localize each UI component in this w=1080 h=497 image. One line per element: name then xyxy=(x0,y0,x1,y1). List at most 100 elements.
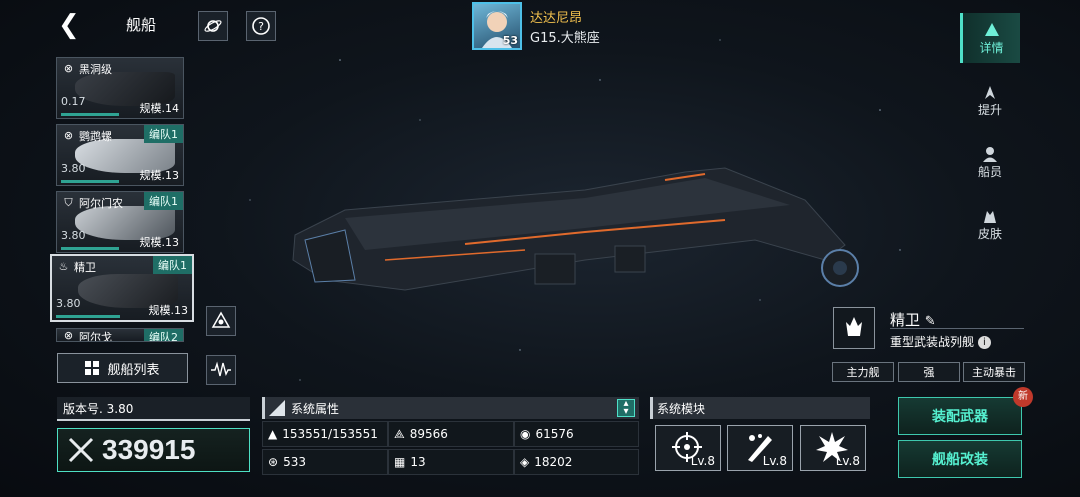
attr-value: 18202 xyxy=(534,455,573,469)
ship-name-text: 精卫 xyxy=(890,311,921,329)
ship-list-label: 舰船列表 xyxy=(107,362,160,378)
combat-power: 339915 xyxy=(57,428,250,472)
crew-icon xyxy=(983,146,997,162)
target-icon: ⊗ xyxy=(63,329,74,342)
upgrade-icon xyxy=(985,85,995,99)
attr-value: 61576 xyxy=(535,427,574,441)
ship-type-text: 重型武装战列舰 xyxy=(890,335,975,349)
ship-type: 重型武装战列舰 i xyxy=(890,333,991,350)
ship-modify-button[interactable]: 舰船改装 xyxy=(898,440,1022,478)
info-icon[interactable]: i xyxy=(977,336,991,349)
svg-text:?: ? xyxy=(258,20,264,33)
waveform-icon xyxy=(211,361,231,377)
attr-armor: ⟁ 89566 xyxy=(388,421,514,447)
ship-progress-bar xyxy=(56,315,120,318)
target-icon: ⊗ xyxy=(63,129,74,142)
ship-name: 鹦鹉螺 xyxy=(79,130,112,143)
ship-tag: 主动暴击 xyxy=(963,362,1025,382)
tab-label: 船员 xyxy=(977,164,1002,179)
module-slot-2[interactable]: Lv.8 xyxy=(727,425,793,471)
toggle-icon[interactable]: ▴ ▾ xyxy=(617,399,635,417)
ship-card-0[interactable]: ⊗ 黑洞级 0.17 规模.14 xyxy=(56,57,184,119)
tab-label: 提升 xyxy=(977,102,1002,117)
fleet-tag: 编队2 xyxy=(144,329,183,341)
planet-icon xyxy=(204,20,222,32)
attr-value: 153551/153551 xyxy=(282,427,378,441)
checker-icon: ▦ xyxy=(394,455,406,469)
waveform-button[interactable] xyxy=(206,355,236,385)
player-avatar[interactable]: 53 xyxy=(472,2,522,50)
tab-skin[interactable]: 皮肤 xyxy=(960,199,1020,249)
ship-scale: 规模.13 xyxy=(139,169,180,182)
new-badge: 新 xyxy=(1013,387,1033,407)
ship-list-button[interactable]: 舰船列表 xyxy=(57,353,188,383)
combat-power-value: 339915 xyxy=(102,434,196,465)
tab-crew[interactable]: 船员 xyxy=(960,137,1020,187)
modules-header: 系统模块 xyxy=(650,397,870,419)
module-level: Lv.8 xyxy=(835,454,860,468)
crossed-swords-icon xyxy=(68,437,94,463)
grid-icon xyxy=(85,361,100,375)
ship-scale: 规模.13 xyxy=(148,304,189,317)
edit-icon[interactable]: ✎ xyxy=(925,314,936,329)
player-level: 53 xyxy=(502,34,518,47)
ship-name: 阿尔戈 xyxy=(79,331,112,342)
flame-class-icon xyxy=(846,317,862,336)
ship-model[interactable] xyxy=(285,150,895,320)
attributes-grid: ▲ 153551/153551 ⟁ 89566 ◉ 61576 ⊛ 533 ▦ … xyxy=(262,421,639,477)
ship-card-3[interactable]: ♨ 精卫 编队1 3.80 规模.13 xyxy=(50,254,194,322)
ship-name: 黑洞级 xyxy=(79,63,112,76)
tab-label: 详情 xyxy=(979,40,1004,55)
equip-weapons-button[interactable]: 装配武器 xyxy=(898,397,1022,435)
divider xyxy=(890,328,1024,329)
ship-card-1[interactable]: ⊗ 鹦鹉螺 编队1 3.80 规模.13 xyxy=(56,124,184,186)
ship-value: 3.80 xyxy=(56,297,81,310)
ship-scale: 规模.14 xyxy=(139,102,180,115)
module-level: Lv.8 xyxy=(690,454,715,468)
fleet-switch-button[interactable] xyxy=(206,306,236,336)
defense-icon: ◈ xyxy=(520,455,530,469)
attr-energy: ▦ 13 xyxy=(388,449,514,475)
tab-label: 皮肤 xyxy=(977,226,1002,241)
fleet-tag: 编队1 xyxy=(144,125,183,143)
ship-value: 3.80 xyxy=(61,162,86,175)
ship-tag: 主力舰 xyxy=(832,362,894,382)
ship-scale: 规模.13 xyxy=(139,236,180,249)
ship-card-2[interactable]: ⛉ 阿尔门农 编队1 3.80 规模.13 xyxy=(56,191,184,253)
ship-value: 3.80 xyxy=(61,229,86,242)
shield-icon: ⛉ xyxy=(64,196,73,209)
tab-upgrade[interactable]: 提升 xyxy=(960,75,1020,125)
help-button[interactable]: ? xyxy=(246,11,276,41)
flame-icon: ♨ xyxy=(58,260,69,273)
ship-value: 0.17 xyxy=(61,95,86,108)
fleet-tag: 编队1 xyxy=(153,256,192,274)
ship-progress-bar xyxy=(61,247,119,250)
module-level: Lv.8 xyxy=(762,454,787,468)
module-slot-3[interactable]: Lv.8 xyxy=(800,425,866,471)
ship-name: 阿尔门农 xyxy=(79,197,123,210)
attr-value: 533 xyxy=(283,455,306,469)
module-slot-1[interactable]: Lv.8 xyxy=(655,425,721,471)
attr-shield: ◉ 61576 xyxy=(514,421,639,447)
ship-class-badge xyxy=(833,307,875,349)
fleet-icon xyxy=(211,311,231,328)
armor-icon: ⟁ xyxy=(394,426,405,441)
ship-tag: 强 xyxy=(898,362,960,382)
ship-card-4[interactable]: ⊗ 阿尔戈 编队2 xyxy=(56,328,184,342)
attr-hp: ▲ 153551/153551 xyxy=(262,421,388,447)
ship-name: 精卫 ✎ xyxy=(890,309,936,330)
skin-icon xyxy=(984,210,996,223)
back-arrow-icon[interactable]: ❮ xyxy=(58,10,84,40)
attr-defense: ◈ 18202 xyxy=(514,449,639,475)
help-icon: ? xyxy=(252,17,270,35)
tab-detail[interactable]: 详情 xyxy=(960,13,1020,63)
player-name: 达达尼昂 xyxy=(530,11,583,26)
speed-icon: ⊛ xyxy=(268,455,279,469)
ship-progress-bar xyxy=(61,180,119,183)
target-icon: ⊗ xyxy=(63,62,74,75)
hull-icon: ▲ xyxy=(268,427,278,441)
attributes-icon xyxy=(269,400,285,416)
attributes-title: 系统属性 xyxy=(291,401,340,416)
version-label: 版本号. 3.80 xyxy=(57,397,250,421)
planet-button[interactable] xyxy=(198,11,228,41)
